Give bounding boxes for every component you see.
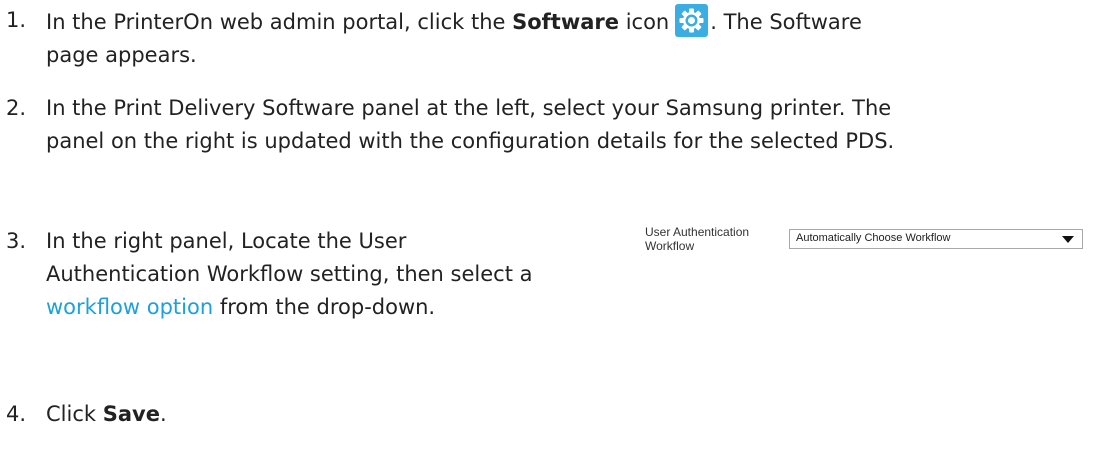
- workflow-option-link[interactable]: workflow option: [46, 295, 213, 319]
- gear-icon: [675, 4, 709, 37]
- step-text: .: [159, 402, 167, 426]
- user-authentication-workflow-setting: User Authentication Workflow Automatical…: [645, 225, 1095, 265]
- step-text: In the Print Delivery Software panel at …: [46, 96, 892, 120]
- step-number: 2.: [6, 96, 27, 120]
- step-4: 4. Click Save.: [0, 398, 600, 434]
- step-text: Authentication Workflow setting, then se…: [46, 262, 533, 286]
- step-text: In the right panel, Locate the User: [46, 229, 407, 253]
- save-label: Save: [102, 402, 160, 426]
- step-text: Click: [46, 402, 103, 426]
- workflow-select-value: Automatically Choose Workflow: [796, 232, 951, 244]
- step-number: 3.: [6, 229, 27, 253]
- step-number: 4.: [6, 402, 27, 426]
- step-2: 2. In the Print Delivery Software panel …: [0, 92, 1100, 162]
- step-text: panel on the right is updated with the c…: [46, 129, 895, 153]
- step-1: 1. In the PrinterOn web admin portal, cl…: [0, 4, 1100, 74]
- user-authentication-workflow-label: User Authentication Workflow: [645, 225, 750, 253]
- step-text: page appears.: [46, 43, 197, 67]
- workflow-select[interactable]: Automatically Choose Workflow: [789, 229, 1083, 249]
- step-text: icon: [619, 10, 670, 34]
- step-3: 3. In the right panel, Locate the User A…: [0, 225, 640, 335]
- step-text: . The Software: [710, 10, 862, 34]
- step-number: 1.: [6, 8, 27, 32]
- step-text: from the drop-down.: [213, 295, 436, 319]
- step-text: In the PrinterOn web admin portal, click…: [46, 10, 513, 34]
- dropdown-arrow-icon[interactable]: [1062, 236, 1074, 243]
- software-label: Software: [512, 10, 620, 34]
